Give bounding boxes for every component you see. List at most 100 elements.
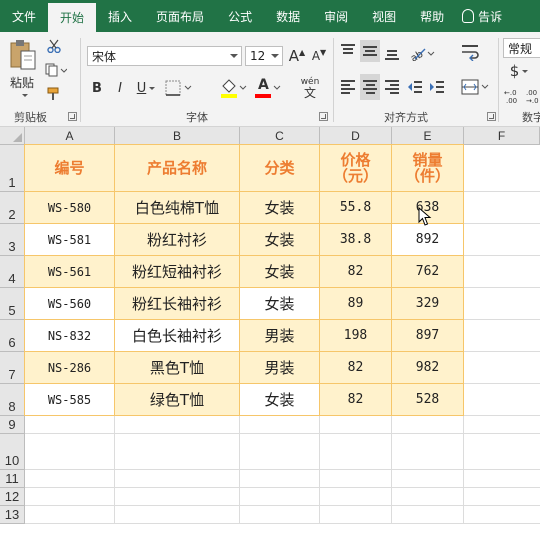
table-cell[interactable]: 55.8 — [320, 192, 392, 224]
tab-4[interactable]: 公式 — [216, 0, 264, 32]
table-cell[interactable]: 762 — [392, 256, 464, 288]
tab-6[interactable]: 审阅 — [312, 0, 360, 32]
table-cell[interactable]: 女装 — [240, 288, 320, 320]
table-cell[interactable]: 白色长袖衬衫 — [115, 320, 240, 352]
column-header-F[interactable]: F — [464, 127, 540, 145]
table-cell[interactable]: WS-561 — [25, 256, 115, 288]
header-cell[interactable]: 价格 （元） — [320, 145, 392, 192]
decrease-decimal-icon[interactable]: .00 →.0 — [525, 86, 540, 106]
table-cell[interactable]: 男装 — [240, 320, 320, 352]
cut-icon[interactable] — [46, 38, 62, 54]
header-cell[interactable]: 产品名称 — [115, 145, 240, 192]
table-cell[interactable]: 黑色T恤 — [115, 352, 240, 384]
increase-indent-icon[interactable] — [428, 77, 446, 97]
copy-icon[interactable] — [44, 62, 68, 78]
table-cell[interactable]: WS-581 — [25, 224, 115, 256]
paste-icon[interactable] — [8, 38, 38, 72]
table-cell[interactable]: 38.8 — [320, 224, 392, 256]
column-header-D[interactable]: D — [320, 127, 392, 145]
align-center-icon[interactable] — [360, 74, 380, 100]
row-header-5[interactable]: 5 — [0, 288, 25, 320]
align-bottom-icon[interactable] — [384, 42, 400, 62]
table-cell[interactable]: 粉红衬衫 — [115, 224, 240, 256]
row-header-9[interactable]: 9 — [0, 416, 25, 434]
borders-icon[interactable] — [164, 79, 194, 97]
tab-7[interactable]: 视图 — [360, 0, 408, 32]
merge-center-icon[interactable] — [460, 76, 490, 98]
table-cell[interactable]: 粉红长袖衬衫 — [115, 288, 240, 320]
increase-decimal-icon[interactable]: ←.0.00 — [503, 86, 523, 106]
underline-button[interactable]: U — [133, 78, 159, 98]
tell-me-search[interactable]: 告诉 — [456, 0, 502, 32]
row-header-13[interactable]: 13 — [0, 506, 25, 524]
spreadsheet-grid[interactable]: A B C D E F 1 2 3 4 5 6 7 8 9 10 11 12 13 编号 产品名称 分类 价格 （元） 销量 … — [0, 127, 540, 560]
bold-button[interactable]: B — [89, 78, 105, 98]
row-header-11[interactable]: 11 — [0, 470, 25, 488]
table-cell[interactable]: 女装 — [240, 384, 320, 416]
row-header-7[interactable]: 7 — [0, 352, 25, 384]
align-top-icon[interactable] — [340, 42, 356, 62]
currency-button[interactable]: $ — [506, 62, 532, 80]
shrink-font-button[interactable]: A ▼ — [310, 46, 328, 66]
table-cell[interactable]: 89 — [320, 288, 392, 320]
orientation-icon[interactable]: ab — [408, 44, 436, 62]
table-cell[interactable]: 女装 — [240, 224, 320, 256]
table-cell[interactable]: 白色纯棉T恤 — [115, 192, 240, 224]
table-cell[interactable]: 982 — [392, 352, 464, 384]
tab-2[interactable]: 插入 — [96, 0, 144, 32]
tab-8[interactable]: 帮助 — [408, 0, 456, 32]
column-header-B[interactable]: B — [115, 127, 240, 145]
font-name-combo[interactable]: 宋体 — [87, 46, 242, 66]
table-cell[interactable]: 82 — [320, 256, 392, 288]
row-header-4[interactable]: 4 — [0, 256, 25, 288]
table-cell[interactable]: 绿色T恤 — [115, 384, 240, 416]
table-cell[interactable]: 男装 — [240, 352, 320, 384]
header-cell[interactable]: 销量 （件） — [392, 145, 464, 192]
row-header-1[interactable]: 1 — [0, 145, 25, 192]
column-header-A[interactable]: A — [25, 127, 115, 145]
fill-color-icon[interactable] — [218, 77, 248, 99]
align-right-icon[interactable] — [384, 76, 400, 98]
decrease-indent-icon[interactable] — [406, 77, 424, 97]
row-header-6[interactable]: 6 — [0, 320, 25, 352]
tab-0[interactable]: 文件 — [0, 0, 48, 32]
table-cell[interactable]: 粉红短袖衬衫 — [115, 256, 240, 288]
row-header-8[interactable]: 8 — [0, 384, 25, 416]
table-cell[interactable]: 329 — [392, 288, 464, 320]
row-header-3[interactable]: 3 — [0, 224, 25, 256]
table-cell[interactable]: 897 — [392, 320, 464, 352]
table-cell[interactable]: WS-585 — [25, 384, 115, 416]
tab-3[interactable]: 页面布局 — [144, 0, 216, 32]
table-cell[interactable]: NS-832 — [25, 320, 115, 352]
font-size-combo[interactable]: 12 — [245, 46, 283, 66]
table-cell[interactable]: WS-560 — [25, 288, 115, 320]
font-launcher-icon[interactable] — [319, 112, 328, 121]
tab-1[interactable]: 开始 — [48, 3, 97, 32]
align-left-icon[interactable] — [340, 76, 356, 98]
paste-button[interactable]: 粘贴 — [4, 74, 40, 90]
table-cell[interactable]: 528 — [392, 384, 464, 416]
font-color-icon[interactable]: A — [252, 77, 282, 99]
column-header-E[interactable]: E — [392, 127, 464, 145]
wrap-text-icon[interactable] — [460, 42, 480, 62]
tab-5[interactable]: 数据 — [264, 0, 312, 32]
italic-button[interactable]: I — [112, 78, 128, 98]
number-format-combo[interactable]: 常规 — [503, 38, 540, 58]
table-cell[interactable]: WS-580 — [25, 192, 115, 224]
format-painter-icon[interactable] — [46, 86, 62, 102]
paste-dropdown-icon[interactable] — [22, 94, 28, 97]
table-cell[interactable]: 女装 — [240, 256, 320, 288]
table-cell[interactable]: 892 — [392, 224, 464, 256]
table-cell[interactable]: NS-286 — [25, 352, 115, 384]
row-header-10[interactable]: 10 — [0, 434, 25, 470]
header-cell[interactable]: 编号 — [25, 145, 115, 192]
header-cell[interactable]: 分类 — [240, 145, 320, 192]
table-cell[interactable]: 82 — [320, 384, 392, 416]
row-header-12[interactable]: 12 — [0, 488, 25, 506]
align-middle-icon[interactable] — [360, 40, 380, 62]
table-cell[interactable]: 198 — [320, 320, 392, 352]
clipboard-launcher-icon[interactable] — [68, 112, 77, 121]
column-header-C[interactable]: C — [240, 127, 320, 145]
phonetic-button[interactable]: wén 文 — [292, 74, 328, 102]
table-cell[interactable]: 女装 — [240, 192, 320, 224]
